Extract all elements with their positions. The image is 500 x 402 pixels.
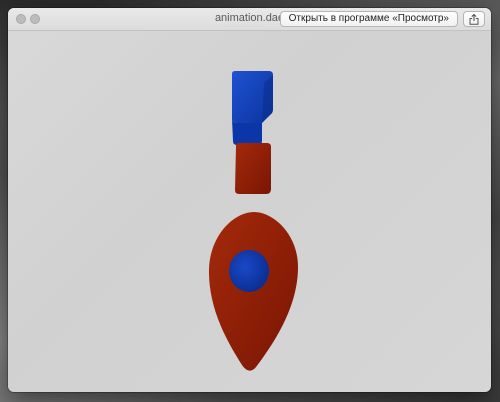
blue-cube bbox=[232, 71, 273, 145]
red-teardrop-shape bbox=[208, 212, 298, 371]
title-bar: animation.dae Открыть в программе «Просм… bbox=[8, 8, 491, 31]
share-icon bbox=[469, 14, 479, 25]
share-button[interactable] bbox=[463, 11, 485, 27]
red-block bbox=[235, 143, 271, 194]
blue-disc bbox=[229, 250, 269, 292]
open-in-preview-button[interactable]: Открыть в программе «Просмотр» bbox=[279, 11, 458, 27]
3d-model-scene bbox=[208, 71, 298, 371]
model-viewport[interactable] bbox=[8, 31, 491, 392]
quicklook-window: animation.dae Открыть в программе «Просм… bbox=[8, 8, 491, 392]
